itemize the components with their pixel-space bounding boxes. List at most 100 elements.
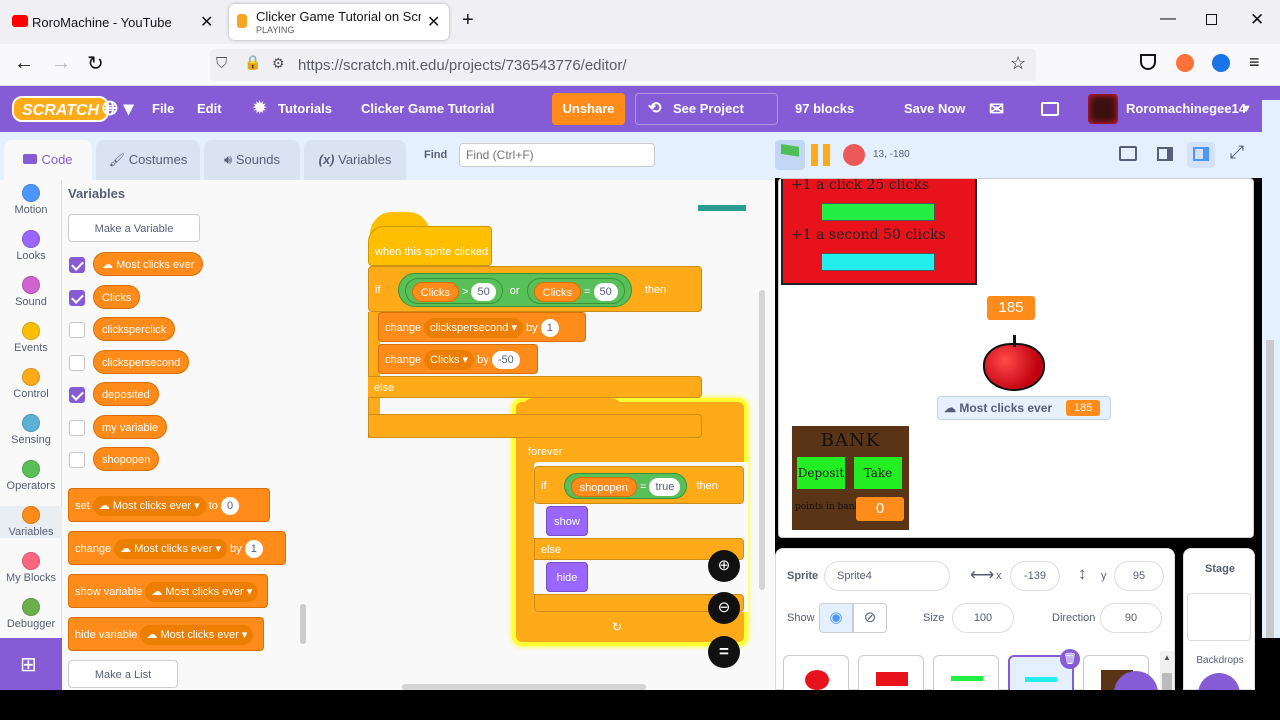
x-input[interactable]: -139 — [1010, 561, 1060, 591]
clicks-reporter[interactable]: Clicks — [533, 282, 581, 303]
if-else-block[interactable]: if Clicks > 50 or Clicks = 50 then — [368, 266, 702, 312]
extension-icon[interactable] — [1176, 54, 1194, 72]
category-looks[interactable]: Looks — [0, 230, 62, 262]
value-input[interactable]: 1 — [540, 319, 559, 338]
direction-input[interactable]: 90 — [1100, 603, 1162, 633]
stage-thumbnail[interactable] — [1187, 593, 1251, 641]
value-input[interactable]: true — [649, 478, 681, 497]
chevron-down-icon[interactable]: ▼ — [1241, 86, 1252, 132]
sprite-thumbnail[interactable] — [783, 655, 849, 695]
category-debugger[interactable]: Debugger — [0, 598, 62, 630]
sprite-thumbnail-selected[interactable]: 🗑︎ — [1008, 649, 1080, 695]
variable-reporter[interactable]: Clicks — [93, 284, 141, 309]
new-tab-icon[interactable]: + — [462, 9, 474, 32]
normal-stage-button[interactable] — [1187, 142, 1215, 168]
menu-tutorials[interactable]: Tutorials — [278, 86, 332, 132]
value-input[interactable]: 1 — [244, 540, 263, 559]
avatar[interactable] — [1088, 94, 1118, 124]
variable-dropdown[interactable]: clickspersecond ▾ — [424, 318, 523, 339]
menu-edit[interactable]: Edit — [197, 86, 222, 132]
terminal-button[interactable] — [1115, 144, 1143, 166]
value-input[interactable]: 50 — [593, 283, 618, 302]
forward-icon[interactable]: → — [51, 52, 71, 75]
make-variable-button[interactable]: Make a Variable — [68, 214, 200, 242]
most-clicks-monitor[interactable]: ☁ Most clicks ever 185 — [937, 396, 1111, 420]
category-sensing[interactable]: Sensing — [0, 414, 62, 446]
tab-sounds[interactable]: 🔊︎ Sounds — [204, 140, 300, 180]
buy-click-upgrade-button[interactable] — [821, 203, 935, 221]
address-bar[interactable]: ⛉ 🔒 ⚙ https://scratch.mit.edu/projects/7… — [210, 49, 1036, 81]
change-variable-block[interactable]: change Clicks ▾ by -50 — [378, 344, 538, 374]
clicks-reporter[interactable]: Clicks — [411, 282, 459, 303]
change-variable-block[interactable]: change clickspersecond ▾ by 1 — [378, 312, 586, 342]
value-input[interactable]: 0 — [220, 497, 240, 516]
variable-checkbox[interactable] — [69, 322, 85, 338]
hide-variable-block[interactable]: hide variable ☁ Most clicks ever ▾ — [68, 617, 264, 651]
close-icon[interactable]: ✕ — [427, 12, 440, 32]
stage-selector[interactable]: Stage Backdrops — [1183, 548, 1255, 715]
variable-dropdown[interactable]: ☁ Most clicks ever ▾ — [140, 625, 254, 646]
menu-icon[interactable]: ≡ — [1249, 52, 1260, 73]
globe-icon[interactable]: 🌐︎ ▾ — [102, 86, 134, 132]
sprite-thumbnail[interactable] — [858, 655, 924, 695]
bank-panel[interactable]: BANK Deposit Take points in bank 0 — [792, 426, 909, 530]
buy-second-upgrade-button[interactable] — [821, 253, 935, 271]
tab-youtube[interactable]: RoroMachine - YouTube ✕ — [4, 4, 222, 40]
variable-reporter[interactable]: shopopen — [93, 447, 160, 471]
close-icon[interactable]: ✕ — [200, 12, 213, 32]
category-motion[interactable]: Motion — [0, 184, 62, 216]
shopopen-reporter[interactable]: shopopen — [570, 477, 637, 498]
pocket-icon[interactable] — [1140, 54, 1156, 70]
variable-dropdown[interactable]: ☁ Most clicks ever ▾ — [92, 496, 206, 517]
hide-block[interactable]: hide — [546, 562, 588, 592]
show-visible-button[interactable]: ◉ — [819, 603, 853, 633]
category-my-blocks[interactable]: My Blocks — [0, 552, 62, 584]
size-input[interactable]: 100 — [952, 603, 1014, 633]
tab-code[interactable]: Code — [4, 140, 92, 180]
variable-dropdown[interactable]: Clicks ▾ — [424, 350, 475, 371]
trash-icon[interactable]: 🗑︎ — [1060, 649, 1080, 669]
deposit-button[interactable]: Deposit — [797, 457, 845, 489]
value-input[interactable]: -50 — [491, 351, 520, 370]
variable-reporter[interactable]: deposited — [93, 382, 159, 406]
equals-operator[interactable]: Clicks = 50 — [526, 278, 625, 305]
change-variable-block[interactable]: change ☁ Most clicks ever ▾ by 1 — [68, 531, 286, 565]
close-window-icon[interactable]: ✕ — [1250, 10, 1264, 30]
category-variables[interactable]: Variables — [0, 506, 62, 538]
show-block[interactable]: show — [546, 506, 588, 536]
unshare-button[interactable]: Unshare — [552, 93, 625, 125]
minimize-icon[interactable]: — — [1160, 10, 1176, 28]
menu-file[interactable]: File — [152, 86, 174, 132]
sprite-name-input[interactable]: Sprite4 — [824, 561, 950, 591]
show-hidden-button[interactable]: ⊘ — [853, 603, 887, 633]
code-workspace[interactable]: forever if shopopen = true then show els… — [312, 180, 775, 690]
reload-icon[interactable]: ↻ — [87, 51, 104, 76]
see-project-page-button[interactable]: ⟲ See Project Page — [635, 93, 778, 146]
tab-costumes[interactable]: 🖌︎ Costumes — [96, 140, 200, 180]
variable-reporter[interactable]: clicksperclick — [93, 317, 176, 341]
find-input[interactable] — [459, 143, 655, 167]
back-icon[interactable]: ← — [14, 52, 34, 75]
green-flag-button[interactable] — [775, 140, 805, 170]
small-stage-button[interactable] — [1151, 144, 1179, 166]
add-extension-button[interactable]: ⊞ — [0, 638, 62, 690]
project-title-field[interactable]: Clicker Game Tutorial — [361, 86, 494, 132]
y-input[interactable]: 95 — [1114, 561, 1164, 591]
apple-sprite[interactable] — [983, 335, 1045, 391]
shop-panel[interactable]: +1 a click 25 clicks +1 a second 50 clic… — [781, 179, 977, 285]
bookmark-star-icon[interactable]: ☆ — [1010, 53, 1026, 74]
zoom-reset-button[interactable]: = — [708, 636, 740, 668]
variable-dropdown[interactable]: ☁ Most clicks ever ▾ — [114, 539, 228, 560]
show-variable-block[interactable]: show variable ☁ Most clicks ever ▾ — [68, 574, 268, 608]
category-operators[interactable]: Operators — [0, 460, 62, 492]
stop-button[interactable] — [843, 144, 865, 166]
messages-icon[interactable]: ✉ — [989, 86, 1004, 132]
variable-reporter[interactable]: my variable — [93, 414, 168, 439]
when-sprite-clicked-hat[interactable]: when this sprite clicked — [368, 226, 492, 266]
save-now-button[interactable]: Save Now — [904, 86, 965, 132]
variable-reporter[interactable]: clickspersecond — [93, 349, 190, 374]
category-events[interactable]: Events — [0, 322, 62, 354]
tab-variables[interactable]: (x) Variables — [304, 140, 406, 180]
variable-checkbox[interactable] — [69, 419, 85, 436]
value-input[interactable]: 50 — [471, 283, 496, 302]
